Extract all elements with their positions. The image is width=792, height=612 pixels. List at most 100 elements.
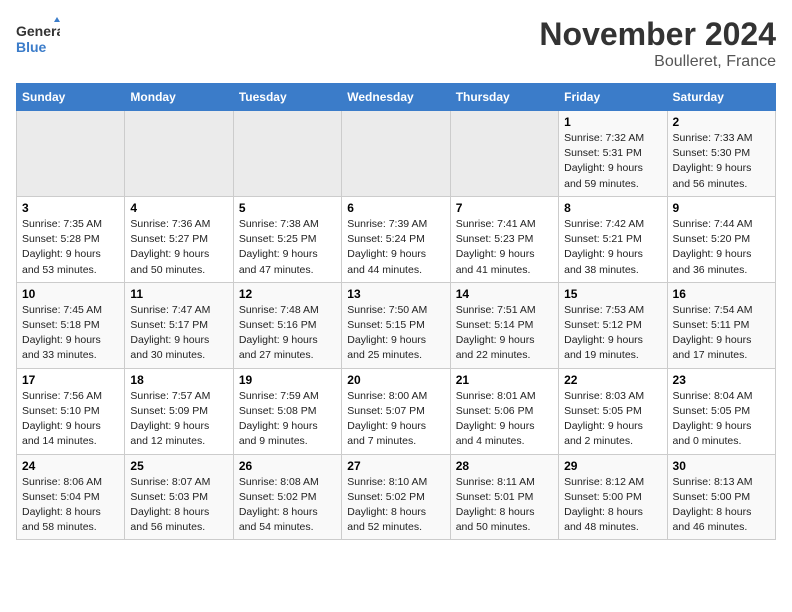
cell-week5-day1: 25 Sunrise: 8:07 AMSunset: 5:03 PMDayligh…: [125, 454, 233, 540]
day-number: 12: [239, 287, 336, 301]
week-row-2: 3 Sunrise: 7:35 AMSunset: 5:28 PMDaylight…: [17, 196, 776, 282]
cell-week2-day3: 6 Sunrise: 7:39 AMSunset: 5:24 PMDaylight…: [342, 196, 450, 282]
week-row-1: 1 Sunrise: 7:32 AMSunset: 5:31 PMDaylight…: [17, 111, 776, 197]
logo-svg: General Blue: [16, 16, 60, 60]
cell-week1-day3: [342, 111, 450, 197]
day-number: 16: [673, 287, 770, 301]
day-number: 15: [564, 287, 661, 301]
cell-week3-day5: 15 Sunrise: 7:53 AMSunset: 5:12 PMDayligh…: [559, 282, 667, 368]
day-number: 22: [564, 373, 661, 387]
day-info: Sunrise: 7:51 AMSunset: 5:14 PMDaylight:…: [456, 303, 553, 364]
day-info: Sunrise: 7:35 AMSunset: 5:28 PMDaylight:…: [22, 217, 119, 278]
cell-week5-day5: 29 Sunrise: 8:12 AMSunset: 5:00 PMDayligh…: [559, 454, 667, 540]
cell-week2-day6: 9 Sunrise: 7:44 AMSunset: 5:20 PMDaylight…: [667, 196, 775, 282]
day-info: Sunrise: 7:39 AMSunset: 5:24 PMDaylight:…: [347, 217, 444, 278]
header-friday: Friday: [559, 84, 667, 111]
day-number: 11: [130, 287, 227, 301]
day-number: 30: [673, 459, 770, 473]
day-number: 9: [673, 201, 770, 215]
cell-week1-day5: 1 Sunrise: 7:32 AMSunset: 5:31 PMDaylight…: [559, 111, 667, 197]
logo: General Blue: [16, 16, 60, 60]
day-number: 13: [347, 287, 444, 301]
day-number: 23: [673, 373, 770, 387]
day-number: 25: [130, 459, 227, 473]
day-info: Sunrise: 8:08 AMSunset: 5:02 PMDaylight:…: [239, 475, 336, 536]
cell-week1-day6: 2 Sunrise: 7:33 AMSunset: 5:30 PMDaylight…: [667, 111, 775, 197]
cell-week5-day2: 26 Sunrise: 8:08 AMSunset: 5:02 PMDayligh…: [233, 454, 341, 540]
day-number: 10: [22, 287, 119, 301]
page-title: November 2024: [539, 16, 776, 53]
svg-text:General: General: [16, 23, 60, 39]
cell-week3-day1: 11Sunrise: 7:47 AMSunset: 5:17 PMDayligh…: [125, 282, 233, 368]
day-info: Sunrise: 8:01 AMSunset: 5:06 PMDaylight:…: [456, 389, 553, 450]
day-info: Sunrise: 7:53 AMSunset: 5:12 PMDaylight:…: [564, 303, 661, 364]
cell-week4-day6: 23 Sunrise: 8:04 AMSunset: 5:05 PMDayligh…: [667, 368, 775, 454]
day-info: Sunrise: 8:10 AMSunset: 5:02 PMDaylight:…: [347, 475, 444, 536]
day-info: Sunrise: 8:04 AMSunset: 5:05 PMDaylight:…: [673, 389, 770, 450]
cell-week2-day4: 7Sunrise: 7:41 AMSunset: 5:23 PMDaylight…: [450, 196, 558, 282]
day-number: 17: [22, 373, 119, 387]
header-thursday: Thursday: [450, 84, 558, 111]
cell-week3-day0: 10 Sunrise: 7:45 AMSunset: 5:18 PMDayligh…: [17, 282, 125, 368]
day-number: 6: [347, 201, 444, 215]
day-info: Sunrise: 7:57 AMSunset: 5:09 PMDaylight:…: [130, 389, 227, 450]
day-number: 26: [239, 459, 336, 473]
day-info: Sunrise: 7:44 AMSunset: 5:20 PMDaylight:…: [673, 217, 770, 278]
day-number: 21: [456, 373, 553, 387]
cell-week5-day4: 28Sunrise: 8:11 AMSunset: 5:01 PMDayligh…: [450, 454, 558, 540]
cell-week2-day0: 3 Sunrise: 7:35 AMSunset: 5:28 PMDaylight…: [17, 196, 125, 282]
page-subtitle: Boulleret, France: [539, 53, 776, 71]
calendar-table: SundayMondayTuesdayWednesdayThursdayFrid…: [16, 83, 776, 540]
cell-week3-day6: 16 Sunrise: 7:54 AMSunset: 5:11 PMDayligh…: [667, 282, 775, 368]
cell-week5-day3: 27 Sunrise: 8:10 AMSunset: 5:02 PMDayligh…: [342, 454, 450, 540]
day-info: Sunrise: 8:03 AMSunset: 5:05 PMDaylight:…: [564, 389, 661, 450]
cell-week4-day5: 22 Sunrise: 8:03 AMSunset: 5:05 PMDayligh…: [559, 368, 667, 454]
day-number: 3: [22, 201, 119, 215]
day-number: 24: [22, 459, 119, 473]
day-info: Sunrise: 8:00 AMSunset: 5:07 PMDaylight:…: [347, 389, 444, 450]
day-info: Sunrise: 8:06 AMSunset: 5:04 PMDaylight:…: [22, 475, 119, 536]
title-block: November 2024 Boulleret, France: [539, 16, 776, 71]
header-saturday: Saturday: [667, 84, 775, 111]
page-header: General Blue November 2024 Boulleret, Fr…: [16, 16, 776, 71]
day-number: 27: [347, 459, 444, 473]
cell-week1-day1: [125, 111, 233, 197]
cell-week3-day2: 12 Sunrise: 7:48 AMSunset: 5:16 PMDayligh…: [233, 282, 341, 368]
day-info: Sunrise: 7:45 AMSunset: 5:18 PMDaylight:…: [22, 303, 119, 364]
day-info: Sunrise: 8:07 AMSunset: 5:03 PMDaylight:…: [130, 475, 227, 536]
week-row-5: 24 Sunrise: 8:06 AMSunset: 5:04 PMDayligh…: [17, 454, 776, 540]
cell-week5-day0: 24 Sunrise: 8:06 AMSunset: 5:04 PMDayligh…: [17, 454, 125, 540]
day-number: 18: [130, 373, 227, 387]
day-number: 8: [564, 201, 661, 215]
cell-week4-day1: 18 Sunrise: 7:57 AMSunset: 5:09 PMDayligh…: [125, 368, 233, 454]
day-info: Sunrise: 7:50 AMSunset: 5:15 PMDaylight:…: [347, 303, 444, 364]
cell-week1-day4: [450, 111, 558, 197]
day-info: Sunrise: 7:36 AMSunset: 5:27 PMDaylight:…: [130, 217, 227, 278]
day-info: Sunrise: 7:56 AMSunset: 5:10 PMDaylight:…: [22, 389, 119, 450]
day-number: 14: [456, 287, 553, 301]
day-number: 5: [239, 201, 336, 215]
header-wednesday: Wednesday: [342, 84, 450, 111]
day-info: Sunrise: 7:48 AMSunset: 5:16 PMDaylight:…: [239, 303, 336, 364]
day-number: 1: [564, 115, 661, 129]
day-info: Sunrise: 8:12 AMSunset: 5:00 PMDaylight:…: [564, 475, 661, 536]
day-number: 19: [239, 373, 336, 387]
day-info: Sunrise: 7:32 AMSunset: 5:31 PMDaylight:…: [564, 131, 661, 192]
day-number: 20: [347, 373, 444, 387]
day-number: 2: [673, 115, 770, 129]
day-number: 4: [130, 201, 227, 215]
day-info: Sunrise: 8:13 AMSunset: 5:00 PMDaylight:…: [673, 475, 770, 536]
cell-week3-day4: 14 Sunrise: 7:51 AMSunset: 5:14 PMDayligh…: [450, 282, 558, 368]
week-row-4: 17 Sunrise: 7:56 AMSunset: 5:10 PMDayligh…: [17, 368, 776, 454]
day-number: 29: [564, 459, 661, 473]
cell-week2-day1: 4 Sunrise: 7:36 AMSunset: 5:27 PMDaylight…: [125, 196, 233, 282]
day-info: Sunrise: 7:54 AMSunset: 5:11 PMDaylight:…: [673, 303, 770, 364]
cell-week4-day2: 19Sunrise: 7:59 AMSunset: 5:08 PMDayligh…: [233, 368, 341, 454]
day-info: Sunrise: 7:42 AMSunset: 5:21 PMDaylight:…: [564, 217, 661, 278]
day-number: 28: [456, 459, 553, 473]
cell-week2-day5: 8 Sunrise: 7:42 AMSunset: 5:21 PMDaylight…: [559, 196, 667, 282]
svg-text:Blue: Blue: [16, 39, 47, 55]
cell-week4-day3: 20 Sunrise: 8:00 AMSunset: 5:07 PMDayligh…: [342, 368, 450, 454]
header-sunday: Sunday: [17, 84, 125, 111]
day-info: Sunrise: 7:33 AMSunset: 5:30 PMDaylight:…: [673, 131, 770, 192]
